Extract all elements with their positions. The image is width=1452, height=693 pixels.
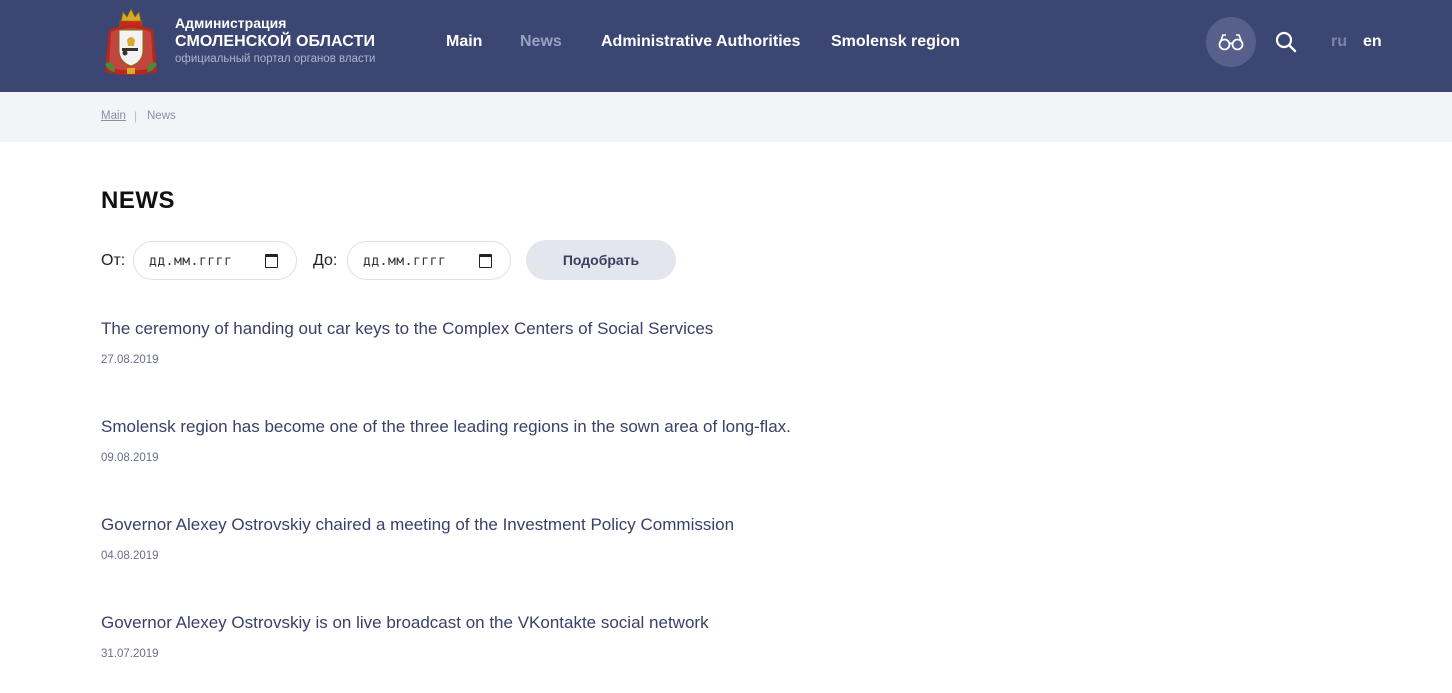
breadcrumb-separator: | xyxy=(134,109,138,123)
breadcrumb-current: News xyxy=(147,110,176,122)
news-date: 04.08.2019 xyxy=(101,550,159,562)
to-label: До: xyxy=(313,252,338,269)
lang-ru-link[interactable]: ru xyxy=(1331,32,1347,52)
news-list-item: Governor Alexey Ostrovskiy chaired a mee… xyxy=(101,515,1001,563)
news-date: 31.07.2019 xyxy=(101,648,159,660)
coat-of-arms-logo[interactable] xyxy=(101,6,161,78)
page-title: NEWS xyxy=(101,187,175,214)
to-date-input[interactable]: дд.мм.гггг xyxy=(347,241,511,280)
site-header: Администрация СМОЛЕНСКОЙ ОБЛАСТИ официал… xyxy=(0,0,1452,92)
calendar-icon[interactable] xyxy=(479,254,492,268)
breadcrumb-home-link[interactable]: Main xyxy=(101,110,126,122)
glasses-icon xyxy=(1218,34,1244,51)
news-title-link[interactable]: Smolensk region has become one of the th… xyxy=(101,417,1001,437)
accessibility-button[interactable] xyxy=(1206,17,1256,67)
brand-block[interactable]: Администрация СМОЛЕНСКОЙ ОБЛАСТИ официал… xyxy=(175,15,375,67)
breadcrumb: Main | News xyxy=(0,92,1452,142)
news-list-item: The ceremony of handing out car keys to … xyxy=(101,319,1001,367)
news-title-link[interactable]: Governor Alexey Ostrovskiy chaired a mee… xyxy=(101,515,1001,535)
news-title-link[interactable]: Governor Alexey Ostrovskiy is on live br… xyxy=(101,613,1001,633)
from-date-placeholder: дд.мм.гггг xyxy=(149,254,233,269)
nav-item-news[interactable]: News xyxy=(520,32,562,52)
filter-submit-button[interactable]: Подобрать xyxy=(526,240,676,280)
news-date: 09.08.2019 xyxy=(101,452,159,464)
brand-subtitle: официальный портал органов власти xyxy=(175,53,376,65)
search-button[interactable] xyxy=(1274,30,1298,54)
nav-item-smolensk-region[interactable]: Smolensk region xyxy=(831,32,960,52)
calendar-icon[interactable] xyxy=(265,254,278,268)
to-date-placeholder: дд.мм.гггг xyxy=(363,254,447,269)
news-title-link[interactable]: The ceremony of handing out car keys to … xyxy=(101,319,1001,339)
news-list-item: Smolensk region has become one of the th… xyxy=(101,417,1001,465)
from-date-input[interactable]: дд.мм.гггг xyxy=(133,241,297,280)
brand-title-small: Администрация xyxy=(175,15,287,31)
search-icon xyxy=(1275,31,1297,53)
nav-item-main[interactable]: Main xyxy=(446,32,482,52)
from-label: От: xyxy=(101,252,126,269)
brand-title-large: СМОЛЕНСКОЙ ОБЛАСТИ xyxy=(175,33,376,50)
nav-item-administrative-authorities[interactable]: Administrative Authorities xyxy=(601,32,800,52)
news-date: 27.08.2019 xyxy=(101,354,159,366)
lang-en-link[interactable]: en xyxy=(1363,32,1382,52)
news-list-item: Governor Alexey Ostrovskiy is on live br… xyxy=(101,613,1001,661)
